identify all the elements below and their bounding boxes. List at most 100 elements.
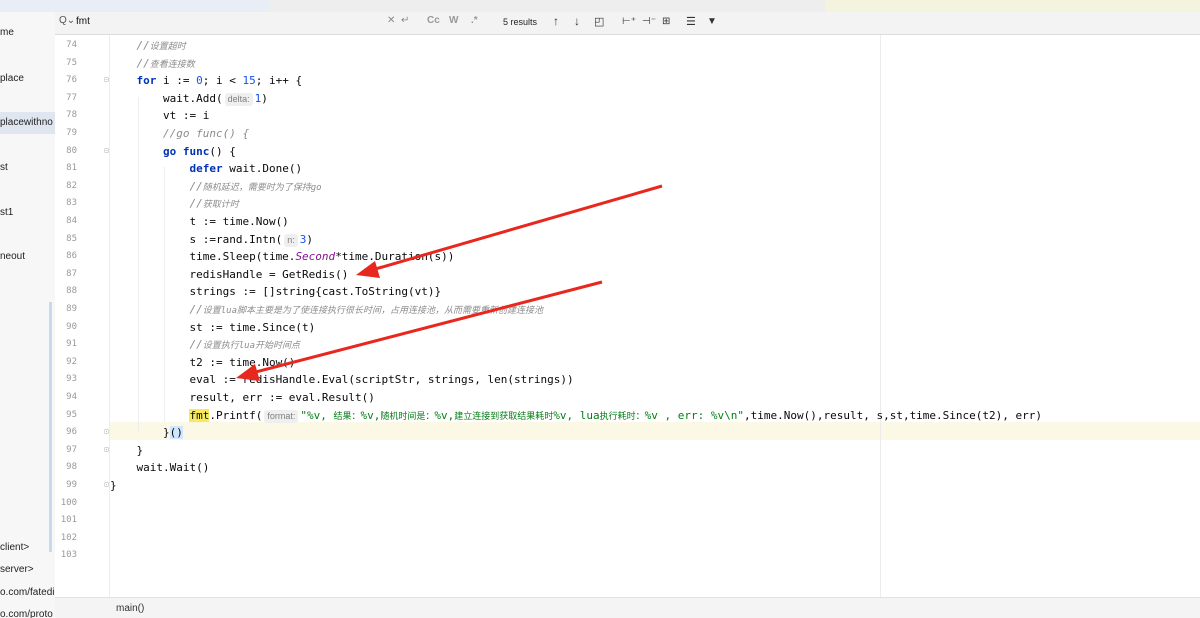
line-number: 93 (66, 374, 77, 385)
ide-window: me place placewithno st st1 neout client… (0, 0, 1200, 618)
remove-occurrence-icon[interactable]: ⊣⁻ (642, 16, 656, 27)
line-number: 82 (66, 180, 77, 191)
line-number: 91 (66, 339, 77, 350)
open-in-window-icon[interactable]: ◰ (594, 15, 604, 28)
code-line[interactable]: wait.Wait() (110, 459, 209, 477)
code-line[interactable]: } (110, 477, 117, 495)
line-number: 90 (66, 321, 77, 332)
code-line[interactable]: eval := redisHandle.Eval(scriptStr, stri… (110, 371, 573, 389)
code-line[interactable]: time.Sleep(time.Second*time.Duration(s)) (110, 248, 454, 266)
add-occurrence-icon[interactable]: ⊢⁺ (622, 16, 636, 27)
code-line[interactable]: t2 := time.Now() (110, 354, 295, 372)
line-number: 103 (60, 550, 77, 561)
code-line[interactable]: vt := i (110, 107, 209, 125)
code-line[interactable]: wait.Add(delta: 1) (110, 90, 268, 108)
multiline-icon[interactable]: ☰ (686, 15, 696, 28)
line-number: 79 (66, 128, 77, 138)
line-number: 88 (66, 286, 77, 297)
code-line[interactable]: //随机延迟，需要时为了保持go (110, 178, 321, 196)
select-all-occurrences-icon[interactable]: ⊞ (662, 16, 670, 27)
line-number: 83 (66, 198, 77, 209)
line-number: 92 (66, 356, 77, 367)
previous-occurrence-icon[interactable]: ↑ (553, 14, 559, 28)
line-number: 95 (66, 409, 77, 420)
find-bar: Q⌄ fmt ✕ ↵ Cc W .* 5 results ↑ ↓ ◰ ⊢⁺ ⊣⁻… (55, 12, 1200, 35)
line-number: 74 (66, 40, 77, 50)
sidebar-item-selected[interactable]: placewithno (0, 112, 55, 134)
project-sidebar: me place placewithno st st1 neout client… (0, 12, 56, 618)
search-icon[interactable]: Q⌄ (59, 15, 75, 26)
line-number: 97 (66, 444, 77, 455)
filter-icon[interactable]: ▼ (707, 16, 717, 27)
sidebar-item[interactable]: st1 (0, 202, 55, 224)
new-line-icon[interactable]: ↵ (401, 15, 409, 26)
editor-tab[interactable] (270, 0, 825, 12)
caret-line-highlight (110, 422, 1200, 440)
line-number: 78 (66, 110, 77, 121)
code-line[interactable]: //设置超时 (110, 37, 186, 55)
line-number: 80 (66, 145, 77, 156)
code-line[interactable]: //设置执行lua开始时间点 (110, 336, 300, 354)
line-number: 102 (60, 532, 77, 543)
sidebar-item[interactable]: client> (0, 537, 55, 559)
code-editor[interactable]: //设置超时 //查看连接数 for i := 0; i < 15; i++ {… (110, 35, 1200, 597)
sidebar-scrollbar[interactable] (49, 302, 52, 552)
sidebar-item[interactable]: me (0, 22, 55, 44)
line-number: 76 (66, 75, 77, 86)
right-margin-guide (880, 35, 881, 597)
line-number-gutter: 74 75 76 ⊟ 77 78 79 80 ⊟ 81 82 83 84 85 86 87 88 89 90 91 92… (55, 35, 110, 597)
search-field[interactable]: Q⌄ fmt ✕ ↵ (55, 12, 412, 34)
code-line[interactable]: redisHandle = GetRedis() (110, 266, 348, 284)
fold-marker-icon[interactable]: ⊡ (104, 445, 109, 454)
whole-word-toggle[interactable]: W (449, 15, 458, 26)
sidebar-item[interactable]: o.com/fatedi (0, 582, 55, 604)
search-results-count: 5 results (503, 17, 538, 27)
line-number: 75 (66, 57, 77, 68)
sidebar-item[interactable]: neout (0, 246, 55, 268)
line-number: 84 (66, 216, 77, 226)
line-number: 86 (66, 251, 77, 262)
line-number: 98 (66, 462, 77, 473)
line-number: 96 (66, 427, 77, 438)
code-line[interactable]: fmt.Printf(format: "%v, 结果：%v,随机时间是：%v,建立… (110, 407, 1042, 425)
editor-tab[interactable] (825, 0, 1200, 12)
fold-marker-icon[interactable]: ⊟ (104, 75, 109, 84)
match-case-toggle[interactable]: Cc (427, 15, 440, 26)
sidebar-item[interactable]: server> (0, 559, 55, 581)
line-number: 77 (66, 92, 77, 103)
sidebar-item[interactable]: o.com/proto (0, 604, 55, 618)
code-line[interactable]: }() (110, 424, 183, 442)
clear-icon[interactable]: ✕ (387, 15, 395, 26)
regex-toggle[interactable]: .* (471, 15, 478, 26)
line-number: 89 (66, 304, 77, 314)
status-bar: main() (55, 597, 1200, 618)
code-line[interactable]: defer wait.Done() (110, 160, 302, 178)
code-line[interactable]: for i := 0; i < 15; i++ { (110, 72, 303, 90)
line-number: 85 (66, 233, 77, 244)
code-line[interactable]: result, err := eval.Result() (110, 389, 374, 407)
fold-marker-icon[interactable]: ⊡ (104, 480, 109, 489)
search-input[interactable]: fmt (76, 16, 90, 27)
editor-tab-active[interactable] (0, 0, 270, 12)
fold-marker-icon[interactable]: ⊟ (104, 146, 109, 155)
code-line[interactable]: //设置lua脚本主要是为了使连接执行很长时间，占用连接池，从而需要重新创建连接… (110, 301, 543, 319)
code-line[interactable]: //go func() { (110, 125, 249, 143)
code-line[interactable]: t := time.Now() (110, 213, 288, 231)
next-occurrence-icon[interactable]: ↓ (574, 14, 580, 28)
line-number: 87 (66, 268, 77, 279)
code-line[interactable]: go func() { (110, 143, 236, 161)
code-line[interactable]: //查看连接数 (110, 55, 195, 73)
fold-marker-icon[interactable]: ⊡ (104, 427, 109, 436)
editor-tab-strip[interactable] (0, 0, 1200, 12)
breadcrumb[interactable]: main() (116, 603, 144, 614)
sidebar-item[interactable]: place (0, 68, 55, 90)
line-number: 81 (66, 163, 77, 174)
code-line[interactable]: strings := []string{cast.ToString(vt)} (110, 283, 441, 301)
code-line[interactable]: //获取计时 (110, 195, 238, 213)
code-line[interactable]: s :=rand.Intn(n: 3) (110, 231, 313, 249)
code-line[interactable]: } (110, 442, 143, 460)
sidebar-item[interactable]: st (0, 157, 55, 179)
code-line[interactable]: st := time.Since(t) (110, 319, 315, 337)
line-number: 99 (66, 480, 77, 490)
line-number: 94 (66, 392, 77, 402)
